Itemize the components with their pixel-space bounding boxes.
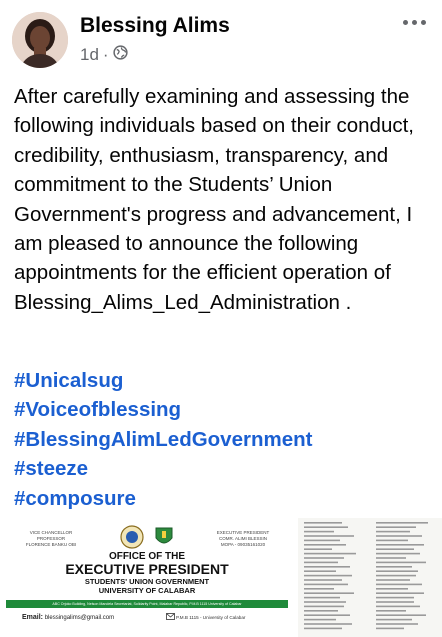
list-line — [376, 623, 418, 625]
list-line — [304, 574, 352, 577]
letterhead-title: EXECUTIVE PRESIDENT — [65, 561, 229, 577]
hashtag-link[interactable]: #steeze — [14, 454, 434, 483]
list-line — [376, 539, 408, 542]
post-body-text: After carefully examining and assessing … — [14, 85, 415, 314]
list-line — [376, 614, 426, 616]
list-line — [376, 627, 404, 630]
list-line — [304, 539, 340, 542]
list-line — [304, 566, 350, 568]
list-line — [304, 605, 344, 608]
list-line — [376, 570, 418, 572]
appointment-list-text-lines — [304, 522, 428, 630]
list-line — [304, 526, 348, 528]
list-line — [376, 544, 424, 546]
list-line — [304, 601, 346, 603]
letterhead-sug: STUDENTS' UNION GOVERNMENT — [84, 577, 210, 586]
letterhead-pmb: P.M.B 1115 - University of Calabar — [176, 615, 246, 620]
list-line — [304, 570, 336, 572]
list-line — [376, 579, 410, 581]
list-line — [376, 618, 412, 621]
email-value: blessingalims@gmail.com — [44, 615, 115, 621]
letterhead-vc-name: FLORENCE BANKU OBI — [25, 542, 77, 547]
avatar[interactable] — [12, 12, 68, 68]
list-line — [304, 561, 338, 564]
list-line — [376, 566, 412, 568]
list-line — [376, 601, 414, 603]
list-line — [376, 596, 414, 599]
mail-icon — [166, 613, 175, 620]
meta-separator: · — [102, 45, 109, 64]
letterhead-email-row: Email: blessingalims@gmail.com — [22, 614, 114, 621]
post-images: VICE CHANCELLOR PROFESSOR FLORENCE BANKU… — [0, 518, 442, 637]
list-line — [304, 535, 354, 537]
list-line — [304, 530, 334, 533]
list-line — [304, 614, 350, 616]
list-line — [304, 579, 342, 581]
letterhead-university: UNIVERSITY OF CALABAR — [98, 586, 196, 595]
list-line — [376, 592, 424, 594]
list-line — [376, 583, 422, 586]
list-line — [304, 623, 352, 625]
post-header: Blessing Alims 1d · — [0, 0, 442, 78]
author-name[interactable]: Blessing Alims — [80, 14, 230, 38]
email-label: Email: — [22, 614, 44, 621]
list-line — [304, 557, 344, 559]
post-meta: 1d · — [80, 45, 128, 65]
list-line — [376, 610, 406, 612]
globe-icon — [112, 45, 128, 65]
list-line — [376, 588, 408, 590]
list-line — [304, 552, 356, 555]
list-line — [304, 588, 334, 590]
list-line — [376, 574, 416, 577]
letterhead-image[interactable]: VICE CHANCELLOR PROFESSOR FLORENCE BANKU… — [0, 518, 294, 637]
avatar-photo — [12, 12, 68, 68]
list-line — [304, 592, 354, 594]
appointment-list-image[interactable] — [298, 518, 442, 637]
list-line — [376, 557, 406, 559]
letterhead-right-block: EXECUTIVE PRESIDENT COMR. ALIMI BLESSIN … — [198, 530, 288, 548]
post-text: After carefully examining and assessing … — [14, 82, 434, 317]
hashtag-link[interactable]: #composure — [14, 484, 434, 513]
list-line — [304, 548, 332, 550]
list-line — [376, 605, 420, 608]
list-line — [376, 535, 422, 537]
crest-logos — [120, 525, 173, 549]
list-line — [304, 544, 346, 546]
list-line — [376, 522, 428, 524]
list-line — [376, 530, 410, 533]
list-line — [376, 526, 416, 528]
hashtag-list: #Unicalsug #Voiceofblessing #BlessingAli… — [14, 366, 434, 513]
list-line — [304, 596, 340, 599]
list-line — [376, 552, 420, 555]
list-line — [304, 583, 348, 586]
letterhead-president-phone: MOPA - 09035161020 — [220, 542, 266, 547]
hashtag-link[interactable]: #BlessingAlimLedGovernment — [14, 425, 434, 454]
list-line — [304, 522, 342, 524]
hashtag-link[interactable]: #Voiceofblessing — [14, 395, 434, 424]
list-line — [376, 548, 414, 550]
hashtag-link[interactable]: #Unicalsug — [14, 366, 434, 395]
letterhead-address-bar: ABC Orjoko Building, Nelson Mandela Secr… — [6, 600, 288, 608]
list-line — [304, 610, 338, 612]
more-horizontal-icon[interactable] — [396, 10, 432, 34]
list-line — [304, 618, 336, 621]
post-time[interactable]: 1d — [80, 45, 99, 65]
list-line — [376, 561, 426, 564]
letterhead-left-block: VICE CHANCELLOR PROFESSOR FLORENCE BANKU… — [6, 530, 96, 548]
list-line — [304, 627, 342, 630]
